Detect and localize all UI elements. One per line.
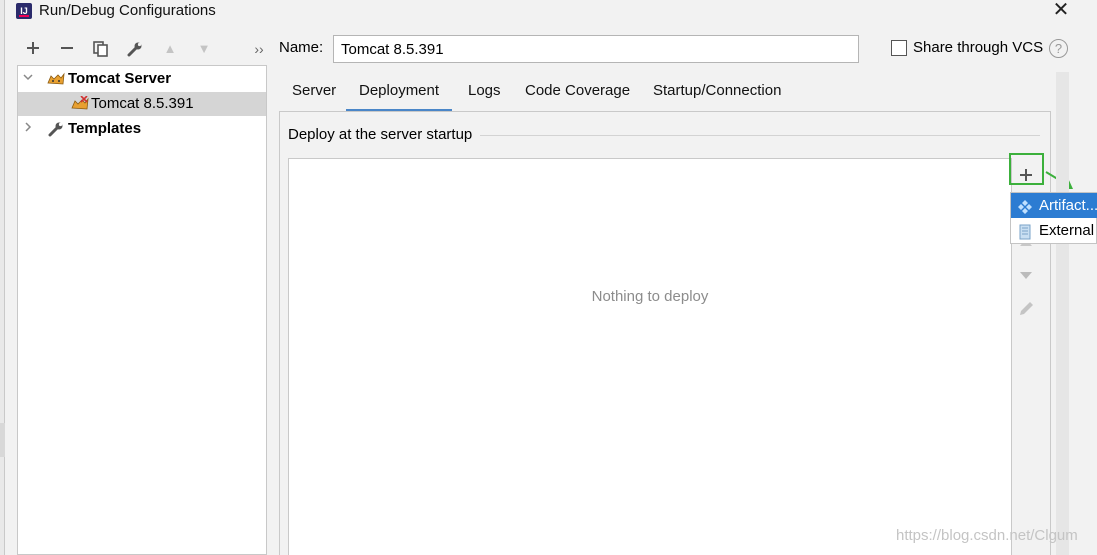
intellij-app-icon: IJ <box>16 3 32 19</box>
wrench-icon <box>47 121 65 137</box>
popup-item-artifact[interactable]: Artifact... <box>1011 193 1097 218</box>
config-toolbar: ▲ ▼ ›› <box>18 36 268 62</box>
move-up-icon[interactable]: ▲ <box>159 38 181 60</box>
help-icon[interactable]: ? <box>1049 39 1068 58</box>
title-bar: IJ Run/Debug Configurations ✕ <box>6 0 1084 24</box>
close-icon[interactable]: ✕ <box>1050 0 1072 22</box>
more-icon[interactable]: ›› <box>248 38 270 60</box>
add-deployment-button[interactable] <box>1013 164 1039 186</box>
external-source-icon <box>1017 223 1033 240</box>
tab-deployment[interactable]: Deployment <box>346 80 453 112</box>
tab-code-coverage[interactable]: Code Coverage <box>512 80 643 112</box>
window-title: Run/Debug Configurations <box>39 2 216 19</box>
background-window-edge <box>0 0 5 555</box>
empty-state-text: Nothing to deploy <box>591 288 709 305</box>
chevron-right-icon[interactable] <box>21 117 35 141</box>
edit-pencil-icon[interactable] <box>1013 300 1039 326</box>
move-down-icon[interactable]: ▼ <box>193 38 215 60</box>
copy-icon[interactable] <box>90 38 112 60</box>
share-vcs-checkbox[interactable] <box>891 40 907 56</box>
tree-group-templates[interactable]: Templates <box>18 117 266 141</box>
tab-server[interactable]: Server <box>279 80 349 112</box>
tab-logs[interactable]: Logs <box>455 80 514 112</box>
tree-item-label: Tomcat 8.5.391 <box>91 95 194 112</box>
tab-startup-connection[interactable]: Startup/Connection <box>640 80 794 112</box>
chevron-down-icon[interactable] <box>21 67 35 91</box>
popup-item-external-source[interactable]: External Source... <box>1011 218 1097 243</box>
tree-item-tomcat-config[interactable]: Tomcat 8.5.391 <box>18 92 266 116</box>
vertical-scrollbar[interactable] <box>1056 72 1069 555</box>
remove-icon[interactable] <box>56 38 78 60</box>
tomcat-config-icon <box>71 95 89 112</box>
popup-item-label: External Source... <box>1039 222 1097 239</box>
add-icon[interactable] <box>22 38 44 60</box>
deploy-list[interactable]: Nothing to deploy <box>288 158 1012 555</box>
artifact-icon <box>1017 198 1033 214</box>
move-down-icon[interactable] <box>1013 268 1039 294</box>
watermark: https://blog.csdn.net/Clgum <box>896 527 1078 544</box>
add-popup-menu: Artifact... External Source... <box>1010 192 1097 244</box>
share-vcs-label[interactable]: Share through VCS <box>913 39 1043 56</box>
configuration-tree[interactable]: Tomcat Server Tomcat 8.5.391 Templates <box>17 65 267 555</box>
tree-group-label: Tomcat Server <box>68 70 172 87</box>
name-label: Name: <box>279 39 324 56</box>
wrench-icon[interactable] <box>124 38 146 60</box>
tomcat-icon <box>47 71 65 87</box>
tree-templates-label: Templates <box>68 120 142 137</box>
section-title: Deploy at the server startup <box>288 126 481 143</box>
name-field[interactable] <box>333 35 859 63</box>
tree-group-tomcat-server[interactable]: Tomcat Server <box>18 67 266 91</box>
popup-item-label: Artifact... <box>1039 197 1097 214</box>
